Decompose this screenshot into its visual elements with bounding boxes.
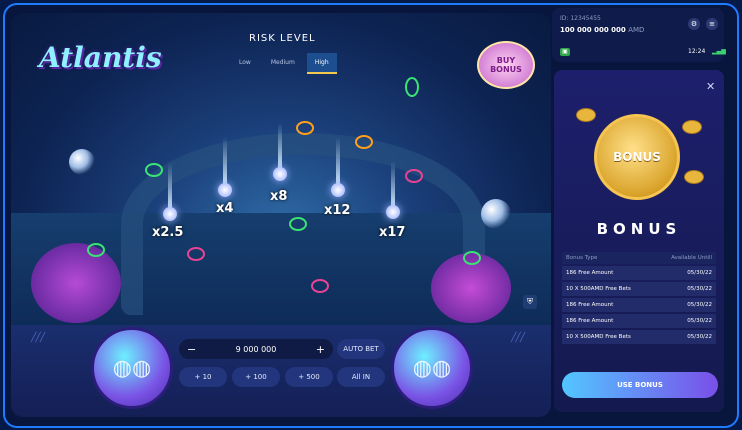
multiplier-label: x8 [270,189,288,204]
bonus-type-cell: 10 X 500AMD Free Bets [562,282,655,296]
harpoon-icon: ◍◍ [112,355,152,381]
game-scene: Atlantis RISK LEVEL Low Medium High BUY … [11,13,551,417]
col-bonus-type: Bonus Type [562,252,655,264]
add-10-button[interactable]: + 10 [179,367,227,387]
table-row[interactable]: 10 X 500AMD Free Bets 05/30/22 [562,282,716,296]
ring [296,121,314,135]
account-balance: 100 000 000 000 AMD [560,26,644,34]
balance-currency: AMD [628,26,645,34]
buy-bonus-label-1: BUY [496,56,516,65]
table-row[interactable]: 186 Free Amount 05/30/22 [562,266,716,280]
target-ball [218,183,232,197]
table-header-row: Bonus Type Available Untill [562,252,716,264]
risk-tab-low[interactable]: Low [231,53,259,74]
shield-icon[interactable]: ⛨ [523,295,537,309]
ring [405,77,419,97]
bonus-date-cell: 05/30/22 [654,266,716,280]
clock-time: 12:24 [688,48,706,55]
target-ball [386,205,400,219]
multiplier-label: x2.5 [152,225,184,240]
multiplier-label: x17 [379,225,406,240]
col-available-until: Available Untill [654,252,716,264]
risk-level-title: RISK LEVEL [249,33,316,44]
bubble [481,199,511,229]
bonus-date-cell: 05/30/22 [654,282,716,296]
ring [405,169,423,183]
bonus-date-cell: 05/30/22 [654,314,716,328]
bonus-coin: BONUS [594,114,680,200]
harpoon-beam [278,123,282,171]
decrease-bet-button[interactable]: − [187,343,196,356]
balance-value: 100 000 000 000 [560,26,626,34]
decor-stripes: ╱╱╱ [31,333,45,343]
ring [289,217,307,231]
risk-tab-medium[interactable]: Medium [263,53,303,74]
harpoon-beam [391,161,395,209]
coin-decor [684,170,704,184]
bonus-coin-label: BONUS [613,150,661,164]
bonus-type-cell: 186 Free Amount [562,298,655,312]
target-ball [273,167,287,181]
ring [355,135,373,149]
coin-decor [576,108,596,122]
multiplier-label: x4 [216,201,234,216]
bonus-type-cell: 186 Free Amount [562,314,655,328]
ring [187,247,205,261]
game-logo: Atlantis [39,41,162,74]
bet-amount-value[interactable]: 9 000 000 [236,345,277,354]
use-bonus-button[interactable]: USE BONUS [562,372,718,398]
table-row[interactable]: 10 X 500AMD Free Bets 05/30/22 [562,330,716,344]
add-500-button[interactable]: + 500 [285,367,333,387]
target-ball [331,183,345,197]
add-100-button[interactable]: + 100 [232,367,280,387]
ring [145,163,163,177]
harpoon-beam [168,163,172,211]
target-ball [163,207,177,221]
bonus-type-cell: 10 X 500AMD Free Bets [562,330,655,344]
harpoon-beam [336,137,340,187]
auto-bet-button[interactable]: AUTO BET [337,339,385,359]
buy-bonus-button[interactable]: BUY BONUS [477,41,535,89]
settings-gear-icon[interactable]: ⚙ [688,18,700,30]
coin-decor [682,120,702,134]
shoot-button-left[interactable]: ◍◍ [91,327,173,409]
bonus-date-cell: 05/30/22 [654,330,716,344]
bubble [69,149,95,175]
bonus-type-cell: 186 Free Amount [562,266,655,280]
harpoon-icon: ◍◍ [412,355,452,381]
buy-bonus-label-2: BONUS [490,65,522,74]
gift-icon[interactable]: ▣ [560,48,570,56]
menu-icon[interactable]: ≡ [706,18,718,30]
bonus-date-cell: 05/30/22 [654,298,716,312]
bet-controls: ╱╱╱ ╱╱╱ ◍◍ ◍◍ − 9 000 000 + AUTO BET + 1… [11,325,551,417]
risk-tab-high[interactable]: High [306,53,337,74]
ring [87,243,105,257]
risk-level-tabs: Low Medium High [231,53,337,74]
bonus-title: BONUS [596,220,682,238]
bet-amount-stepper: − 9 000 000 + [179,339,333,359]
ring [463,251,481,265]
decor-stripes: ╱╱╱ [511,333,525,343]
shoot-button-right[interactable]: ◍◍ [391,327,473,409]
bonus-table: Bonus Type Available Untill 186 Free Amo… [562,250,716,346]
account-id: ID: 12345455 [560,15,601,22]
multiplier-label: x12 [324,203,351,218]
close-icon[interactable]: ✕ [706,80,715,93]
bonus-panel: ✕ BONUS BONUS Bonus Type Available Until… [554,70,724,412]
ring [311,279,329,293]
table-row[interactable]: 186 Free Amount 05/30/22 [562,314,716,328]
table-row[interactable]: 186 Free Amount 05/30/22 [562,298,716,312]
harpoon-beam [223,137,227,187]
signal-icon: ▂▄▆ [712,48,726,55]
coral-left [31,243,121,323]
account-panel: ID: 12345455 100 000 000 000 AMD ⚙ ≡ ▣ 1… [552,8,726,62]
all-in-button[interactable]: All IN [337,367,385,387]
increase-bet-button[interactable]: + [316,343,325,356]
